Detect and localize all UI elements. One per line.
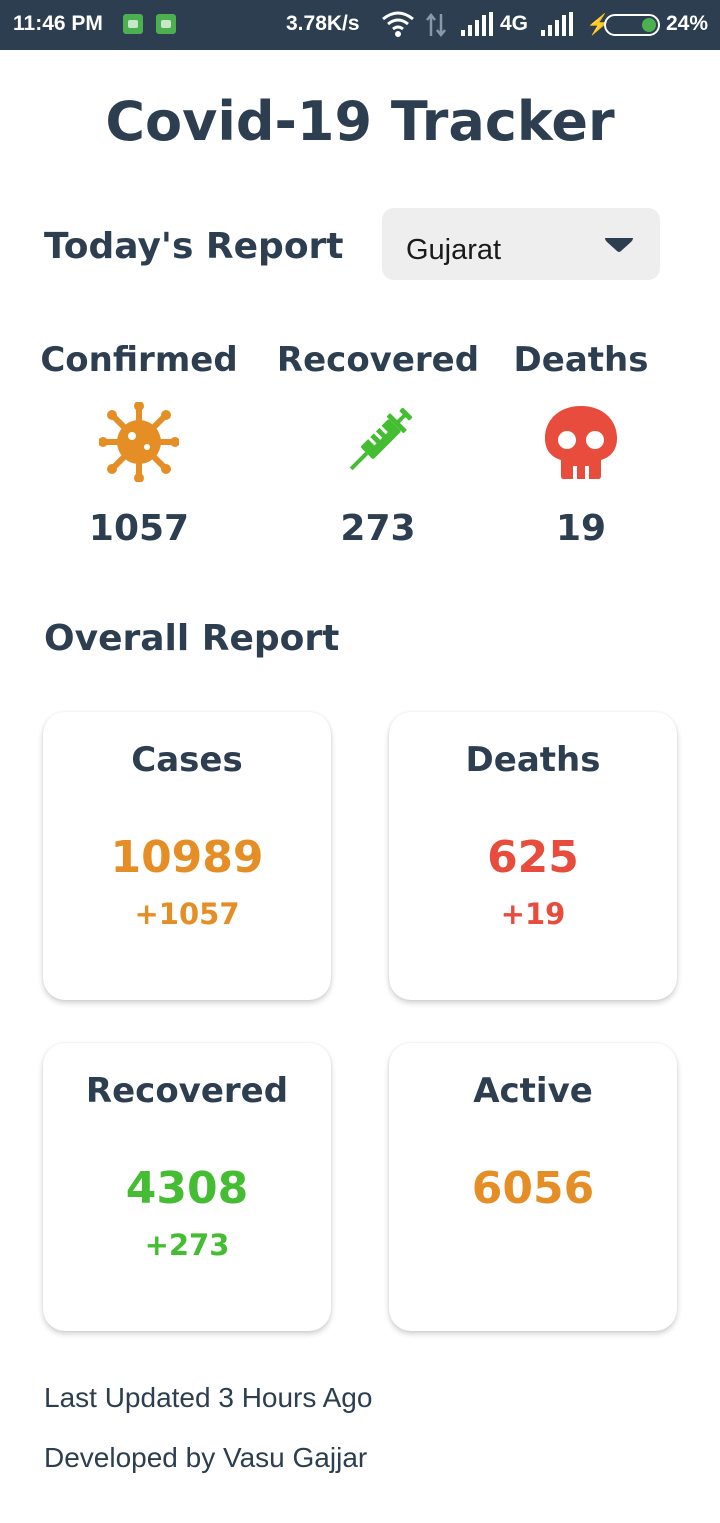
- notification-app-icon: [123, 14, 143, 34]
- today-confirmed-value: 1057: [88, 508, 190, 549]
- overall-report-heading: Overall Report: [44, 618, 340, 659]
- recovered-card-title: Recovered: [85, 1071, 289, 1111]
- chevron-down-icon[interactable]: [603, 236, 635, 254]
- recovered-total: 4308: [125, 1163, 249, 1214]
- data-arrows-icon: [426, 12, 446, 38]
- page-title: Covid-19 Tracker: [105, 90, 615, 153]
- network-type: 4G: [500, 12, 529, 35]
- state-select-value: Gujarat: [406, 234, 502, 266]
- skull-icon: [545, 406, 617, 479]
- active-card: Active 6056: [389, 1043, 677, 1331]
- cases-card-title: Cases: [131, 740, 243, 780]
- cases-total: 10989: [110, 832, 264, 883]
- network-speed: 3.78K/s: [286, 12, 360, 35]
- deaths-card-title: Deaths: [465, 740, 601, 780]
- status-bar: 11:46 PM 3.78K/s 4G ⚡ 24%: [0, 0, 720, 50]
- developer-credit: Developed by Vasu Gajjar: [44, 1442, 368, 1473]
- recovered-delta: +273: [144, 1228, 230, 1262]
- today-deaths: Deaths 19: [461, 340, 701, 549]
- active-card-title: Active: [473, 1071, 593, 1111]
- deaths-delta: +19: [500, 897, 566, 931]
- today-report-heading: Today's Report: [44, 226, 344, 267]
- last-updated-text: Last Updated 3 Hours Ago: [44, 1382, 373, 1413]
- recovered-card: Recovered 4308 +273: [43, 1043, 331, 1331]
- today-confirmed: Confirmed 1057: [19, 340, 259, 549]
- status-time: 11:46 PM: [13, 12, 103, 35]
- battery-percent: 24%: [666, 12, 709, 35]
- deaths-card: Deaths 625 +19: [389, 712, 677, 1000]
- today-deaths-label: Deaths: [513, 340, 649, 380]
- today-confirmed-label: Confirmed: [40, 340, 238, 380]
- battery-icon: [604, 14, 660, 36]
- notification-app-icon: [156, 14, 176, 34]
- syringe-icon: [349, 407, 413, 471]
- signal-icon: [541, 12, 573, 36]
- cases-delta: +1057: [134, 897, 240, 931]
- cases-card: Cases 10989 +1057: [43, 712, 331, 1000]
- signal-icon: [461, 12, 493, 36]
- today-deaths-value: 19: [555, 508, 607, 549]
- wifi-icon: [382, 11, 414, 37]
- deaths-total: 625: [487, 832, 579, 883]
- virus-icon: [99, 402, 179, 482]
- active-total: 6056: [471, 1163, 595, 1214]
